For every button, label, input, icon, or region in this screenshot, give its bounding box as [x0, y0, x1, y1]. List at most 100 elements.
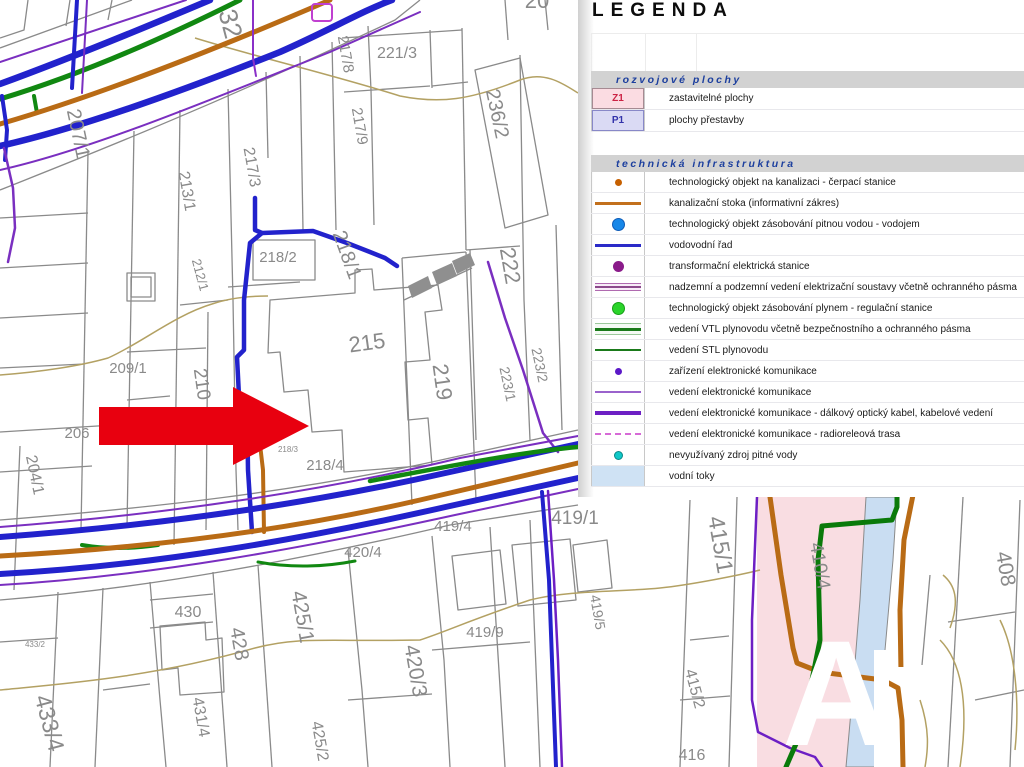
parcel-label: 212/1	[189, 257, 212, 292]
development-items: Z1zastavitelné plochyP1plochy přestavby	[591, 88, 1024, 132]
legend-row: vodovodní řad	[591, 235, 1024, 256]
legend-row: kanalizační stoka (informativní zákres)	[591, 193, 1024, 214]
legend-item-label: vedení elektronické komunikace	[645, 387, 811, 398]
parcel-label: 419/4	[434, 518, 472, 535]
parcel-label: 236/2	[481, 87, 513, 141]
dot-cyan-icon	[614, 451, 623, 460]
parcel-label: 420/3	[400, 643, 432, 699]
parcel-label: 223/2	[528, 346, 551, 384]
parcel-label: 217/8	[334, 34, 357, 74]
legend-item-label: vodovodní řad	[645, 240, 732, 251]
legend-symbol-line-orange-icon	[591, 193, 645, 213]
section-header-development: rozvojové plochy	[591, 71, 1024, 88]
legend-row: vedení elektronické komunikace - dálkový…	[591, 403, 1024, 424]
legend-row: technologický objekt zásobování pitnou v…	[591, 214, 1024, 235]
infrastructure-items: technologický objekt na kanalizaci - čer…	[591, 172, 1024, 487]
line-violet-thin-icon	[595, 391, 641, 393]
screenshot-root: 3220207/1213/1217/3217/8221/3217/9236/22…	[0, 0, 1024, 767]
parcel-label: 20	[525, 0, 549, 13]
line-blue-icon	[595, 244, 641, 247]
parcel-label: 222	[495, 245, 526, 286]
legend-item-label: nadzemní a podzemní vedení elektrizační …	[645, 282, 1017, 293]
parcel-label: 420/4	[344, 544, 382, 561]
parcel-label: 431/4	[189, 696, 213, 738]
parcel-label: 408	[991, 550, 1020, 589]
parcel-label: 415/1	[703, 514, 739, 575]
parcel-label: 209/1	[109, 360, 147, 377]
legend-grid-line	[645, 33, 646, 71]
legend-row: vodní toky	[591, 466, 1024, 487]
parcel-label: 215	[347, 328, 387, 358]
parcel-label: 223/1	[496, 365, 519, 403]
line-violet-thick-icon	[595, 411, 641, 415]
dot-violet-icon	[615, 368, 622, 375]
parcel-label: 419/9	[466, 624, 504, 641]
legend-symbol-line-pink-dashed-icon	[591, 424, 645, 444]
legend-symbol-dot-blue-icon	[591, 214, 645, 234]
line-green-icon	[595, 349, 641, 352]
parcel-label: 419/1	[551, 508, 599, 529]
legend-item-label: vedení elektronické komunikace - dálkový…	[645, 408, 993, 419]
parcel-label: 419/5	[587, 593, 609, 630]
parcel-label: 221/3	[377, 45, 417, 62]
legend-row: vedení VTL plynovodu včetně bezpečnostní…	[591, 319, 1024, 340]
legend-symbol-dot-green-icon	[591, 298, 645, 318]
parcel-label: 217/3	[240, 146, 264, 188]
legend-item-label: technologický objekt zásobování pitnou v…	[645, 219, 920, 230]
dot-orange-icon	[615, 179, 622, 186]
parcel-label: 218/4	[306, 457, 344, 474]
legend-symbol-line-violet-thin-icon	[591, 382, 645, 402]
legend-item-label: zařízení elektronické komunikace	[645, 366, 817, 377]
watermark-partial-letter	[874, 650, 889, 767]
legend-item-label: vedení STL plynovodu	[645, 345, 768, 356]
legend-symbol-line-green-icon	[591, 340, 645, 360]
legend-symbol-dot-cyan-icon	[591, 445, 645, 465]
legend-title: LEGENDA	[592, 0, 734, 22]
legend-symbol-line-violet-thick-icon	[591, 403, 645, 423]
parcel-label: 218/3	[278, 445, 299, 454]
band-purple-icon	[595, 283, 641, 291]
legend-symbol-dot-violet-icon	[591, 361, 645, 381]
legend-row: vedení elektronické komunikace - radiore…	[591, 424, 1024, 445]
zone-code-box-z1: Z1	[591, 88, 645, 109]
parcel-label: 425/2	[308, 720, 332, 762]
legend-item-label: transformační elektrická stanice	[645, 261, 810, 272]
legend-row: vedení elektronické komunikace	[591, 382, 1024, 403]
zone-code-box-p1: P1	[591, 110, 645, 131]
legend-row: vedení STL plynovodu	[591, 340, 1024, 361]
zone-code-label: Z1	[592, 88, 644, 109]
legend-row: zařízení elektronické komunikace	[591, 361, 1024, 382]
legend-symbol-band-purple-icon	[591, 277, 645, 297]
parcel-label: 218/1	[328, 228, 366, 283]
small-buildings	[408, 253, 475, 298]
dot-green-icon	[612, 302, 625, 315]
legend-grid-line	[696, 33, 697, 71]
legend-item-label: vedení VTL plynovodu včetně bezpečnostní…	[645, 324, 971, 335]
watermark-partial-letter	[896, 667, 918, 684]
parcel-label: 430	[175, 604, 202, 621]
legend-item-label: vedení elektronické komunikace - radiore…	[645, 429, 900, 440]
line-pink-dashed-icon	[595, 433, 641, 435]
parcel-label: 433/4	[30, 692, 70, 755]
legend-item-label: zastavitelné plochy	[645, 93, 754, 104]
parcel-label: 217/9	[348, 106, 371, 146]
band-green-icon	[595, 323, 641, 335]
parcel-label: 415/2	[681, 667, 708, 710]
legend-symbol-line-blue-icon	[591, 235, 645, 255]
legend-row: nadzemní a podzemní vedení elektrizační …	[591, 277, 1024, 298]
legend-row: technologický objekt na kanalizaci - čer…	[591, 172, 1024, 193]
legend-row: technologický objekt zásobování plynem -…	[591, 298, 1024, 319]
legend-item-label: technologický objekt zásobování plynem -…	[645, 303, 932, 314]
legend-row: nevyužívaný zdroj pitné vody	[591, 445, 1024, 466]
parcel-label: 206	[64, 425, 89, 442]
parcel-label: 210	[189, 367, 214, 401]
legend-symbol-dot-purple-icon	[591, 256, 645, 276]
legend-symbol-fill-water-icon	[591, 466, 645, 486]
section-header-infrastructure: technická infrastruktura	[591, 155, 1024, 172]
parcel-label: 218/2	[259, 249, 297, 266]
parcel-label: 219	[427, 362, 457, 402]
el-komunikace-line	[0, 0, 186, 62]
line-orange-icon	[595, 202, 641, 205]
legend-item-label: technologický objekt na kanalizaci - čer…	[645, 177, 896, 188]
legend-item-label: plochy přestavby	[645, 115, 744, 126]
